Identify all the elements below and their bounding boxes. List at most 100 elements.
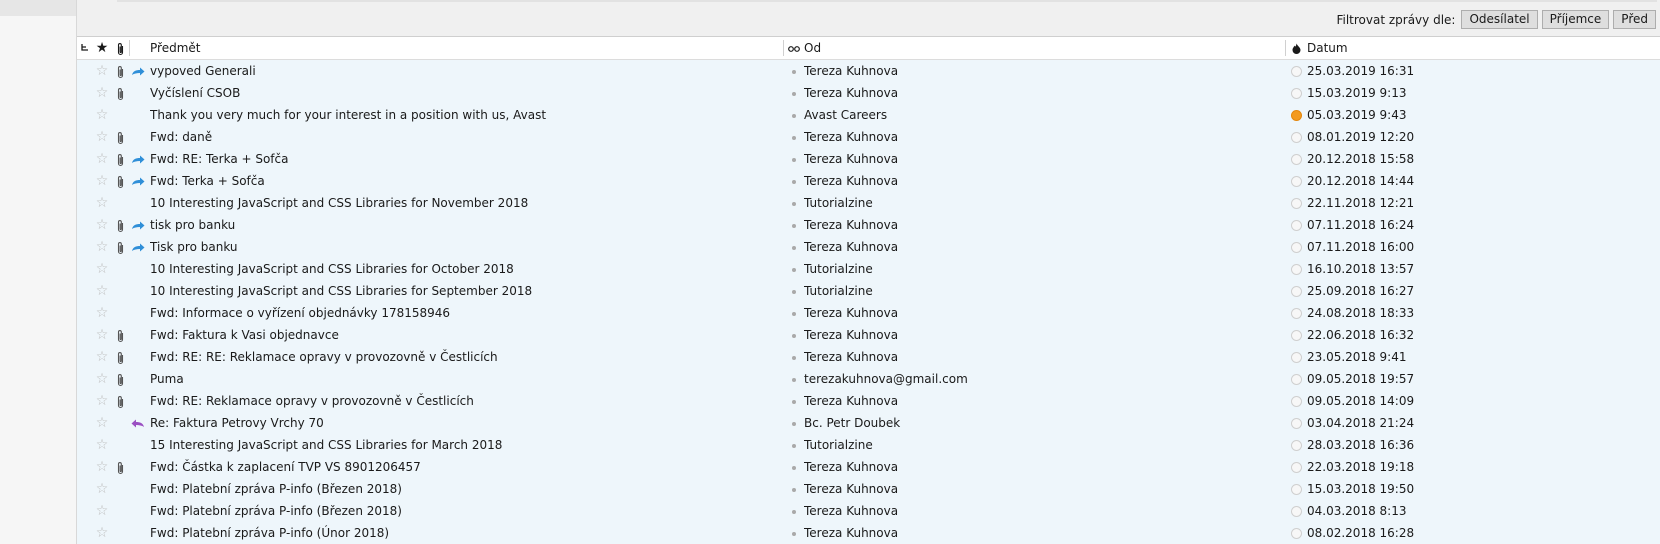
star-toggle[interactable]: ☆ <box>93 148 111 170</box>
read-status-cell[interactable] <box>786 434 802 456</box>
star-toggle[interactable]: ☆ <box>93 500 111 522</box>
star-toggle[interactable]: ☆ <box>93 302 111 324</box>
read-status-cell[interactable] <box>786 390 802 412</box>
message-row[interactable]: ☆ Puma terezakuhnova@gmail.com 09.05.2018 1… <box>77 368 1660 390</box>
message-row[interactable]: ☆ Fwd: Částka k zaplacení TVP VS 89012064… <box>77 456 1660 478</box>
star-toggle[interactable]: ☆ <box>93 192 111 214</box>
star-toggle[interactable]: ☆ <box>93 368 111 390</box>
read-status-cell[interactable] <box>786 82 802 104</box>
message-row[interactable]: ☆ Fwd: RE: Terka + Sofča Tereza Kuhnova 20.… <box>77 148 1660 170</box>
star-toggle[interactable]: ☆ <box>93 126 111 148</box>
junk-cell[interactable] <box>1288 302 1304 324</box>
read-status-cell[interactable] <box>786 60 802 82</box>
thread-column-header[interactable] <box>77 37 93 59</box>
junk-cell[interactable] <box>1288 60 1304 82</box>
column-separator[interactable] <box>783 40 784 56</box>
message-row[interactable]: ☆ Re: Faktura Petrovy Vrchy 70 Bc. Petr Do… <box>77 412 1660 434</box>
read-status-cell[interactable] <box>786 236 802 258</box>
star-toggle[interactable]: ☆ <box>93 456 111 478</box>
star-toggle[interactable]: ☆ <box>93 60 111 82</box>
read-status-cell[interactable] <box>786 478 802 500</box>
message-row[interactable]: ☆ Fwd: RE: RE: Reklamace opravy v provozo… <box>77 346 1660 368</box>
star-toggle[interactable]: ☆ <box>93 104 111 126</box>
message-row[interactable]: ☆ tisk pro banku Tereza Kuhnova 07.11.2018 … <box>77 214 1660 236</box>
column-separator[interactable] <box>129 40 130 56</box>
junk-cell[interactable] <box>1288 478 1304 500</box>
message-row[interactable]: ☆ Fwd: Faktura k Vasi objednavce Tereza Ku… <box>77 324 1660 346</box>
read-status-cell[interactable] <box>786 214 802 236</box>
message-row[interactable]: ☆ Fwd: Terka + Sofča Tereza Kuhnova 20.12.2… <box>77 170 1660 192</box>
junk-cell[interactable] <box>1288 500 1304 522</box>
star-toggle[interactable]: ☆ <box>93 478 111 500</box>
junk-cell[interactable] <box>1288 346 1304 368</box>
message-row[interactable]: ☆ Fwd: Platební zpráva P-info (Březen 201… <box>77 500 1660 522</box>
filter-recipient-button[interactable]: Příjemce <box>1541 10 1610 29</box>
read-status-cell[interactable] <box>786 258 802 280</box>
read-status-cell[interactable] <box>786 148 802 170</box>
read-status-cell[interactable] <box>786 500 802 522</box>
column-separator[interactable] <box>1285 40 1286 56</box>
star-toggle[interactable]: ☆ <box>93 280 111 302</box>
message-row[interactable]: ☆ Fwd: Platební zpráva P-info (Březen 201… <box>77 478 1660 500</box>
read-status-cell[interactable] <box>786 126 802 148</box>
correspondents-column-header[interactable] <box>786 37 802 59</box>
star-toggle[interactable]: ☆ <box>93 82 111 104</box>
junk-cell[interactable] <box>1288 236 1304 258</box>
junk-cell[interactable] <box>1288 82 1304 104</box>
message-row[interactable]: ☆ vypoved Generali Tereza Kuhnova 25.03.201… <box>77 60 1660 82</box>
message-row[interactable]: ☆ 15 Interesting JavaScript and CSS Libra… <box>77 434 1660 456</box>
junk-cell[interactable] <box>1288 412 1304 434</box>
message-row[interactable]: ☆ 10 Interesting JavaScript and CSS Libra… <box>77 258 1660 280</box>
junk-cell[interactable] <box>1288 170 1304 192</box>
read-status-cell[interactable] <box>786 368 802 390</box>
junk-cell[interactable] <box>1288 368 1304 390</box>
star-toggle[interactable]: ☆ <box>93 258 111 280</box>
read-status-cell[interactable] <box>786 412 802 434</box>
read-status-cell[interactable] <box>786 522 802 544</box>
junk-column-header[interactable] <box>1288 37 1304 59</box>
star-toggle[interactable]: ☆ <box>93 214 111 236</box>
read-status-cell[interactable] <box>786 280 802 302</box>
star-toggle[interactable]: ☆ <box>93 324 111 346</box>
junk-cell[interactable] <box>1288 148 1304 170</box>
junk-cell[interactable] <box>1288 324 1304 346</box>
star-toggle[interactable]: ☆ <box>93 346 111 368</box>
junk-cell[interactable] <box>1288 280 1304 302</box>
read-status-cell[interactable] <box>786 192 802 214</box>
message-list[interactable]: ★ Předmět Od Datum ☆ vypoved Generali Tere… <box>77 37 1660 544</box>
attachment-column-header[interactable] <box>111 37 129 59</box>
read-status-cell[interactable] <box>786 104 802 126</box>
message-row[interactable]: ☆ 10 Interesting JavaScript and CSS Libra… <box>77 280 1660 302</box>
star-toggle[interactable]: ☆ <box>93 434 111 456</box>
read-status-cell[interactable] <box>786 456 802 478</box>
message-row[interactable]: ☆ Tisk pro banku Tereza Kuhnova 07.11.2018 … <box>77 236 1660 258</box>
filter-sender-button[interactable]: Odesílatel <box>1461 10 1538 29</box>
junk-cell[interactable] <box>1288 456 1304 478</box>
junk-cell[interactable] <box>1288 104 1304 126</box>
message-row[interactable]: ☆ Vyčíslení CSOB Tereza Kuhnova 15.03.2019 … <box>77 82 1660 104</box>
junk-cell[interactable] <box>1288 434 1304 456</box>
star-toggle[interactable]: ☆ <box>93 522 111 544</box>
read-status-cell[interactable] <box>786 170 802 192</box>
message-row[interactable]: ☆ Thank you very much for your interest i… <box>77 104 1660 126</box>
filter-subject-button[interactable]: Před <box>1613 10 1656 29</box>
date-column-header[interactable]: Datum <box>1307 37 1507 59</box>
star-column-header[interactable]: ★ <box>93 37 111 59</box>
from-column-header[interactable]: Od <box>804 37 1284 59</box>
junk-cell[interactable] <box>1288 258 1304 280</box>
star-toggle[interactable]: ☆ <box>93 390 111 412</box>
junk-cell[interactable] <box>1288 126 1304 148</box>
star-toggle[interactable]: ☆ <box>93 412 111 434</box>
message-row[interactable]: ☆ Fwd: daně Tereza Kuhnova 08.01.2019 12:20 <box>77 126 1660 148</box>
star-toggle[interactable]: ☆ <box>93 236 111 258</box>
junk-cell[interactable] <box>1288 192 1304 214</box>
star-toggle[interactable]: ☆ <box>93 170 111 192</box>
message-row[interactable]: ☆ Fwd: Informace o vyřízení objednávky 17… <box>77 302 1660 324</box>
read-status-cell[interactable] <box>786 302 802 324</box>
junk-cell[interactable] <box>1288 214 1304 236</box>
message-row[interactable]: ☆ 10 Interesting JavaScript and CSS Libra… <box>77 192 1660 214</box>
read-status-cell[interactable] <box>786 346 802 368</box>
read-status-cell[interactable] <box>786 324 802 346</box>
message-row[interactable]: ☆ Fwd: Platební zpráva P-info (Únor 2018)… <box>77 522 1660 544</box>
message-row[interactable]: ☆ Fwd: RE: Reklamace opravy v provozovně … <box>77 390 1660 412</box>
